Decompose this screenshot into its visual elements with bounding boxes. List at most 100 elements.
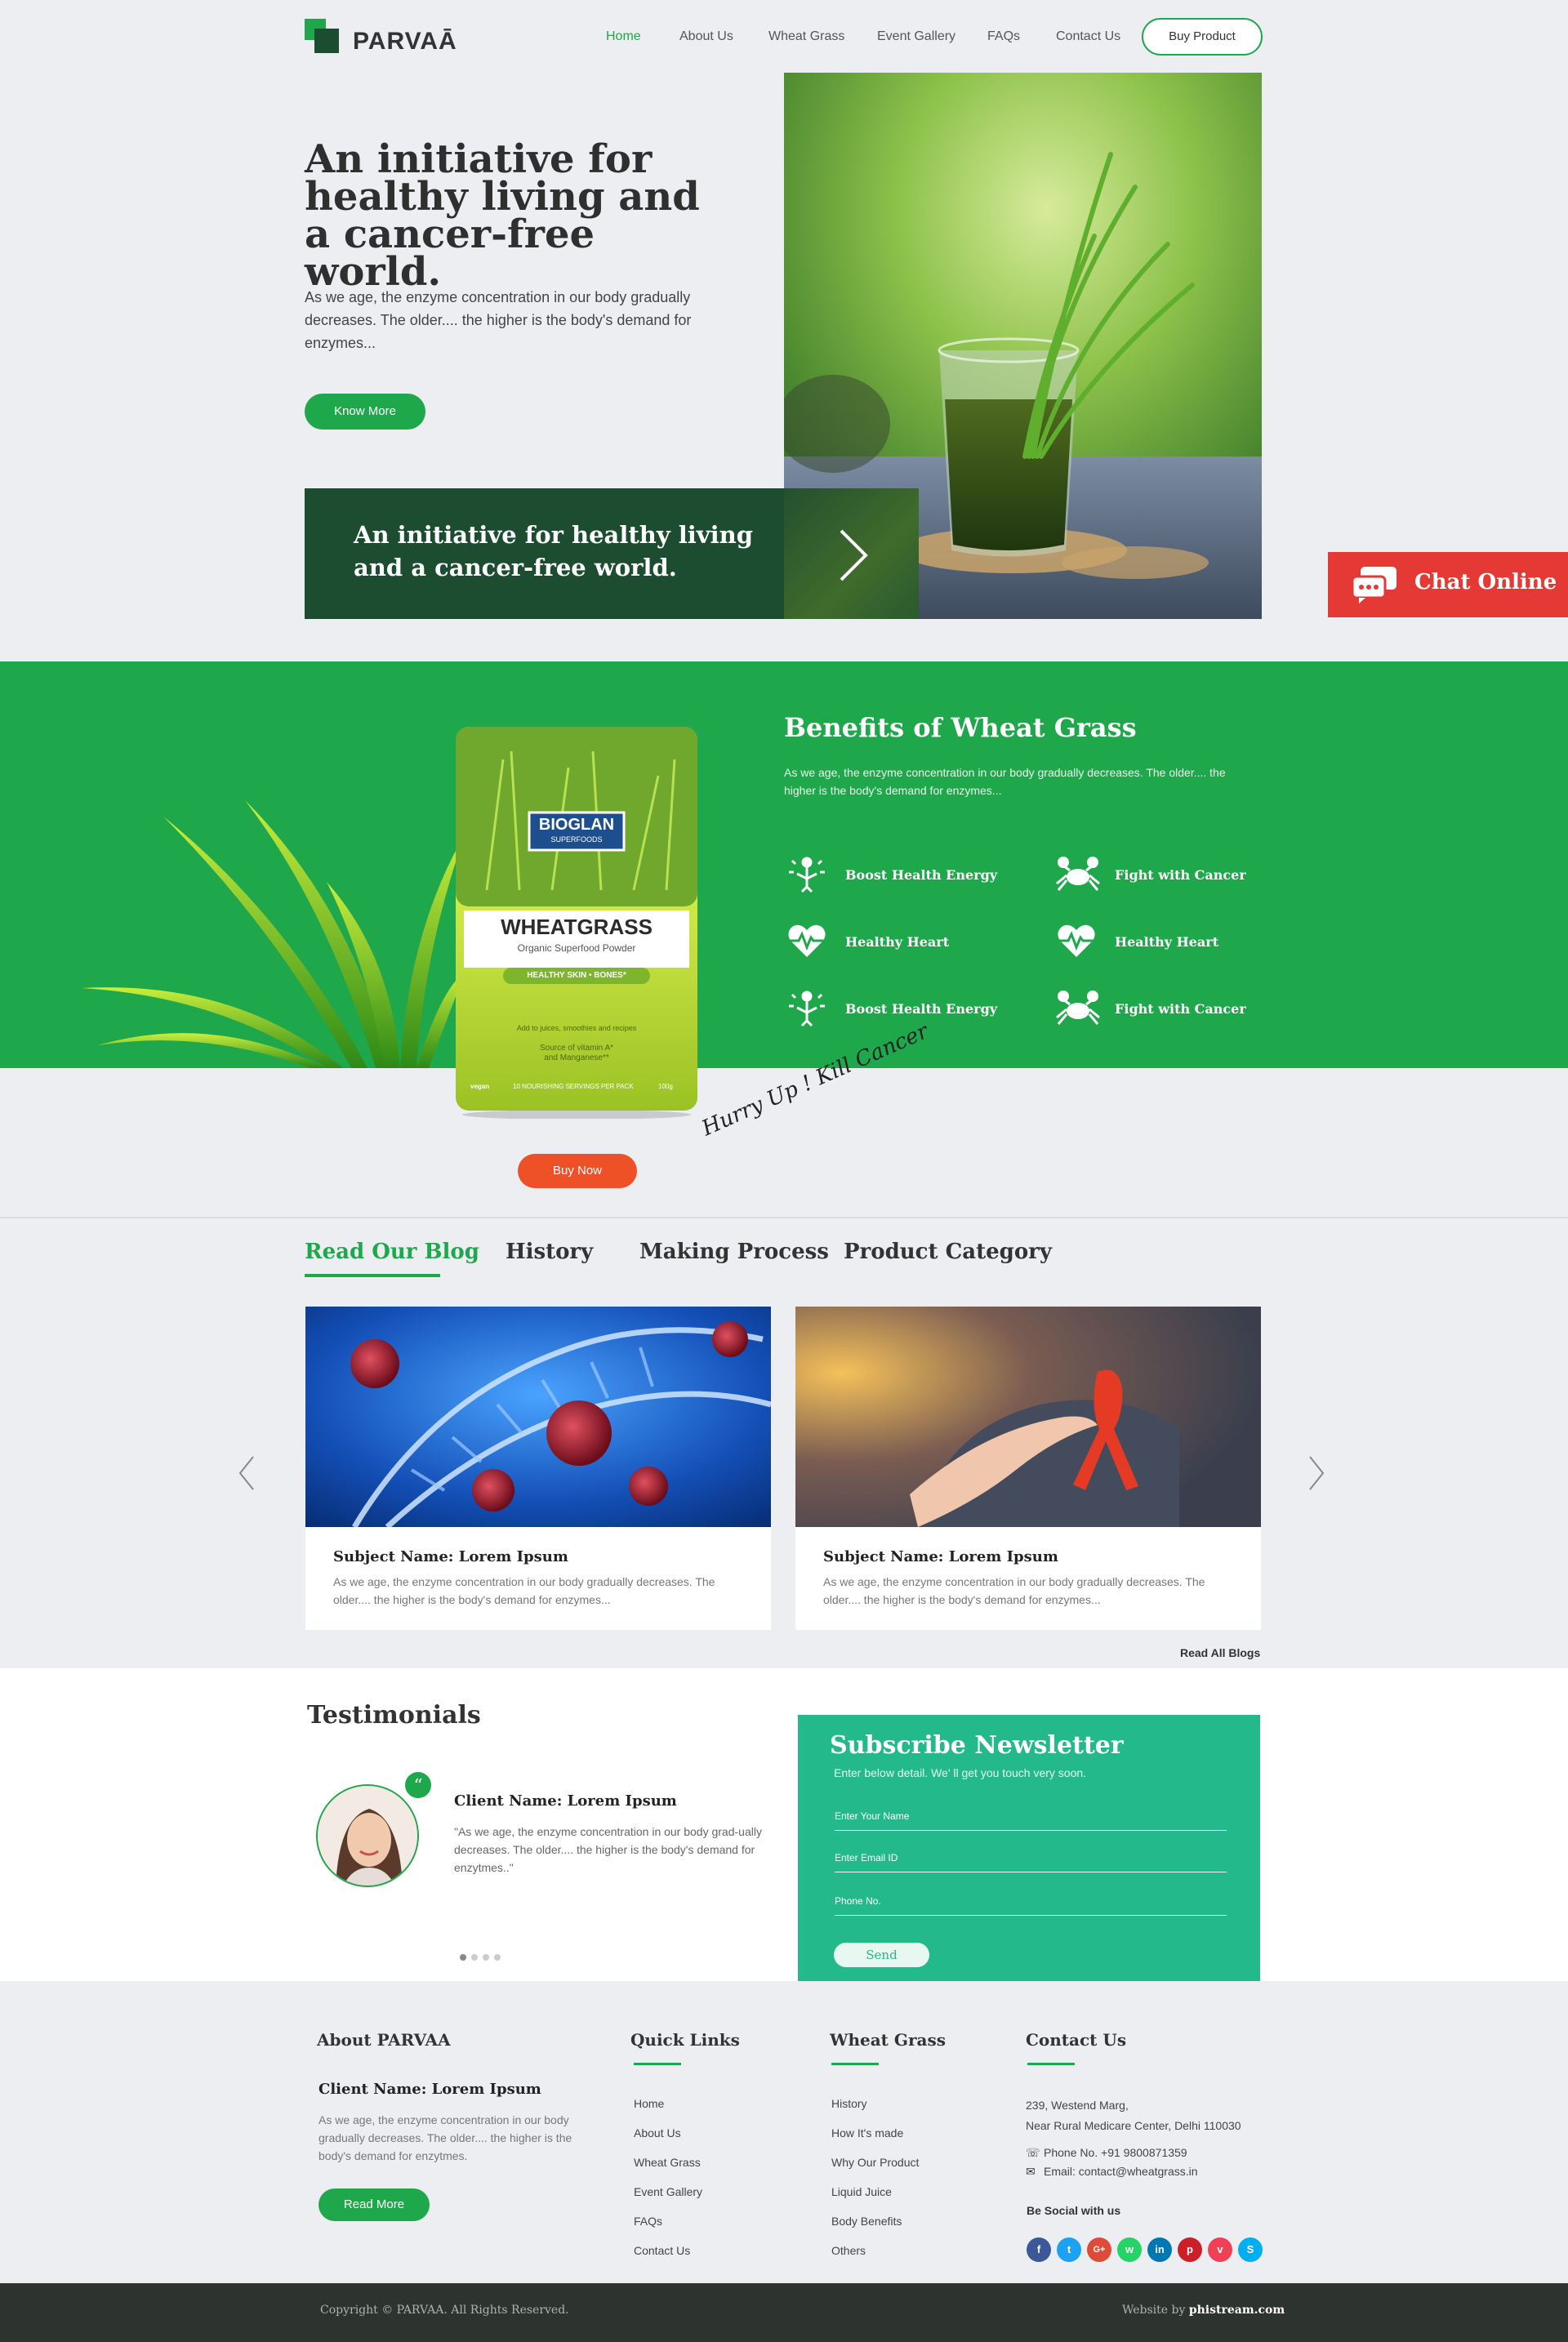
footer-link-wheat-grass[interactable]: Wheat Grass <box>634 2156 701 2169</box>
nav-about-us[interactable]: About Us <box>679 29 733 44</box>
pack-badge: HEALTHY SKIN • BONES* <box>503 968 650 984</box>
client-name: Client Name: Lorem Ipsum <box>454 1792 677 1810</box>
quote-icon: “ <box>405 1772 431 1798</box>
footer-link-how-its-made[interactable]: How It's made <box>831 2126 903 2139</box>
footer-phone[interactable]: ☏ Phone No. +91 9800871359 <box>1026 2146 1187 2160</box>
tab-read-our-blog[interactable]: Read Our Blog <box>305 1240 479 1264</box>
website-credit-label: Website by <box>1122 2304 1189 2317</box>
newsletter-email-input[interactable] <box>835 1843 1227 1872</box>
carousel-next-button[interactable] <box>1307 1455 1326 1494</box>
nav-home[interactable]: Home <box>606 29 641 44</box>
section-divider <box>0 1217 1568 1218</box>
know-more-button[interactable]: Know More <box>305 394 425 430</box>
band-next-button[interactable] <box>784 488 919 619</box>
footer-link-event-gallery[interactable]: Event Gallery <box>634 2185 702 2198</box>
footer-contact-heading: Contact Us <box>1026 2030 1127 2050</box>
logo-text[interactable]: PARVAĀ <box>353 28 457 56</box>
whatsapp-icon[interactable]: w <box>1117 2237 1142 2262</box>
client-avatar <box>316 1784 419 1887</box>
pagination-dot[interactable] <box>494 1954 501 1961</box>
footer-about-heading: About PARVAA <box>317 2030 451 2050</box>
logo-icon[interactable] <box>305 19 339 53</box>
blog-card-subject: Subject Name: Lorem Ipsum <box>333 1548 568 1565</box>
facebook-icon[interactable]: f <box>1027 2237 1051 2262</box>
benefits-text: As we age, the enzyme concentration in o… <box>784 766 1226 797</box>
grass-illustration <box>82 784 466 1068</box>
blog-card-text: As we age, the enzyme concentration in o… <box>333 1575 715 1606</box>
footer-link-why-our-product[interactable]: Why Our Product <box>831 2156 919 2169</box>
benefit-label: Fight with Cancer <box>1115 1001 1246 1017</box>
benefit-label: Fight with Cancer <box>1115 867 1246 883</box>
buy-product-button[interactable]: Buy Product <box>1142 18 1263 56</box>
pack-brand: BIOGLAN <box>538 816 615 834</box>
newsletter-subtitle: Enter below detail. We' ll get you touch… <box>834 1766 1087 1779</box>
blog-card-subject: Subject Name: Lorem Ipsum <box>823 1548 1058 1565</box>
blog-image-dna <box>305 1307 771 1527</box>
pack-servings: 10 NOURISHING SERVINGS PER PACK <box>513 1083 634 1090</box>
read-more-button[interactable]: Read More <box>318 2188 430 2221</box>
chat-online-label: Chat Online <box>1414 570 1557 594</box>
buy-now-button[interactable]: Buy Now <box>518 1154 637 1188</box>
google-plus-icon[interactable]: G+ <box>1087 2237 1111 2262</box>
footer-link-liquid-juice[interactable]: Liquid Juice <box>831 2185 892 2198</box>
nav-faqs[interactable]: FAQs <box>987 29 1020 44</box>
blog-card[interactable]: Subject Name: Lorem Ipsum As we age, the… <box>305 1307 771 1630</box>
heading-underline <box>634 2063 681 2065</box>
tab-product-category[interactable]: Product Category <box>844 1240 1052 1264</box>
chat-online-button[interactable]: Chat Online <box>1328 552 1568 617</box>
footer-link-contact-us[interactable]: Contact Us <box>634 2244 690 2257</box>
crab-icon <box>1056 857 1100 891</box>
blog-card[interactable]: Subject Name: Lorem Ipsum As we age, the… <box>795 1307 1261 1630</box>
footer-link-faqs[interactable]: FAQs <box>634 2215 662 2228</box>
website-credit: Website by phistream.com <box>1122 2304 1285 2317</box>
footer-wheat-grass-heading: Wheat Grass <box>830 2030 946 2050</box>
read-all-blogs-link[interactable]: Read All Blogs <box>1180 1646 1260 1659</box>
testimonial-pagination <box>460 1948 506 1964</box>
skype-icon[interactable]: S <box>1238 2237 1263 2262</box>
linkedin-icon[interactable]: in <box>1147 2237 1172 2262</box>
active-tab-indicator <box>305 1274 440 1277</box>
testimonials-title: Testimonials <box>307 1701 481 1730</box>
phone-text: Phone No. +91 9800871359 <box>1044 2146 1187 2159</box>
client-quote: "As we age, the enzyme concentration in … <box>454 1825 762 1874</box>
pagination-dot[interactable] <box>471 1954 478 1961</box>
social-heading: Be Social with us <box>1027 2204 1121 2217</box>
benefit-label: Boost Health Energy <box>845 1001 998 1017</box>
footer-quick-links-heading: Quick Links <box>630 2030 740 2050</box>
footer-link-about-us[interactable]: About Us <box>634 2126 681 2139</box>
footer-link-others[interactable]: Others <box>831 2244 866 2257</box>
footer-link-home[interactable]: Home <box>634 2097 664 2110</box>
website-credit-link[interactable]: phistream.com <box>1189 2304 1285 2317</box>
nav-wheat-grass[interactable]: Wheat Grass <box>768 29 844 44</box>
tab-history[interactable]: History <box>506 1240 593 1264</box>
wheatgrass-product-pack[interactable]: BIOGLAN SUPERFOODS WHEATGRASS Organic Su… <box>454 727 699 1120</box>
pack-vegan: vegan <box>470 1083 490 1090</box>
blog-card-text: As we age, the enzyme concentration in o… <box>823 1575 1205 1606</box>
footer-link-body-benefits[interactable]: Body Benefits <box>831 2215 902 2228</box>
pagination-dot[interactable] <box>460 1954 466 1961</box>
carousel-prev-button[interactable] <box>237 1455 256 1494</box>
newsletter-name-input[interactable] <box>835 1801 1227 1831</box>
pack-line-1: Add to juices, smoothies and recipes <box>516 1024 637 1032</box>
twitter-icon[interactable]: t <box>1057 2237 1081 2262</box>
mail-icon: ✉ <box>1026 2165 1036 2178</box>
crab-icon <box>1056 991 1100 1025</box>
nav-event-gallery[interactable]: Event Gallery <box>877 29 956 44</box>
energy-icon <box>789 857 825 893</box>
pack-line-3: and Manganese** <box>544 1053 609 1062</box>
email-text: Email: contact@wheatgrass.in <box>1044 2165 1198 2178</box>
footer-email[interactable]: ✉ Email: contact@wheatgrass.in <box>1026 2165 1198 2179</box>
hero-band-text: An initiative for healthy living and a c… <box>354 521 754 581</box>
pocket-icon[interactable]: v <box>1208 2237 1232 2262</box>
pack-line-2: Source of vitamin A* <box>539 1044 614 1053</box>
hero-title: An initiative for healthy living and a c… <box>305 136 700 295</box>
pinterest-icon[interactable]: p <box>1178 2237 1202 2262</box>
footer-link-history[interactable]: History <box>831 2097 867 2110</box>
pagination-dot[interactable] <box>483 1954 489 1961</box>
nav-contact-us[interactable]: Contact Us <box>1056 29 1120 44</box>
newsletter-phone-input[interactable] <box>835 1886 1227 1916</box>
newsletter-send-button[interactable]: Send <box>834 1943 929 1967</box>
tab-making-process[interactable]: Making Process <box>639 1240 829 1264</box>
footer-about-text: As we age, the enzyme concentration in o… <box>318 2113 572 2162</box>
footer-address: 239, Westend Marg, Near Rural Medicare C… <box>1026 2095 1241 2136</box>
